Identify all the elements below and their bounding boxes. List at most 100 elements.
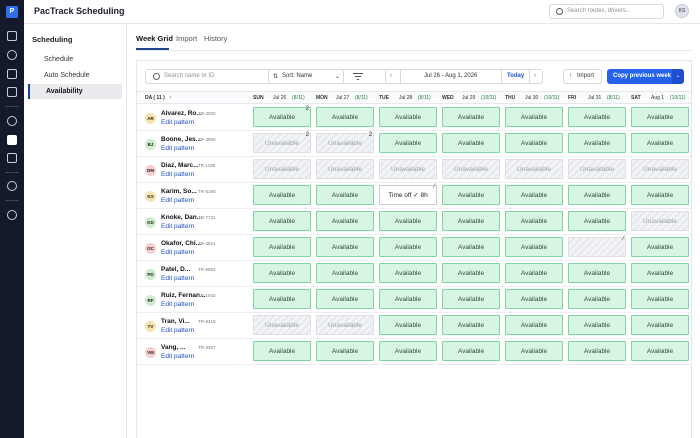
- availability-cell[interactable]: Available: [505, 341, 563, 361]
- app-logo[interactable]: P: [6, 6, 18, 18]
- edit-pattern-link[interactable]: Edit pattern: [161, 249, 194, 256]
- availability-cell[interactable]: Available: [442, 315, 500, 335]
- availability-cell[interactable]: Available: [631, 341, 689, 361]
- availability-cell[interactable]: Available: [631, 237, 689, 257]
- availability-cell[interactable]: Available: [568, 133, 626, 153]
- availability-cell[interactable]: Unavailable: [631, 211, 689, 231]
- driver-name[interactable]: Alvarez, Ro...: [161, 110, 202, 117]
- availability-cell[interactable]: Available: [568, 341, 626, 361]
- today-button[interactable]: Today: [507, 73, 524, 79]
- availability-cell[interactable]: Available: [442, 185, 500, 205]
- availability-cell[interactable]: Available: [505, 289, 563, 309]
- import-button[interactable]: ↑ Import: [563, 69, 602, 84]
- availability-cell[interactable]: Unavailable 2: [253, 132, 311, 153]
- availability-cell[interactable]: Available: [631, 133, 689, 153]
- availability-cell[interactable]: Available: [442, 237, 500, 257]
- availability-cell[interactable]: Available: [442, 263, 500, 283]
- edit-pattern-link[interactable]: Edit pattern: [161, 275, 194, 282]
- calendar-icon[interactable]: [7, 135, 17, 145]
- availability-cell[interactable]: Available: [568, 211, 626, 231]
- driver-name[interactable]: Vang, ...: [161, 344, 186, 351]
- truck-icon[interactable]: [7, 69, 17, 79]
- driver-name[interactable]: Okafor, Chi...: [161, 240, 201, 247]
- availability-cell[interactable]: Available: [631, 107, 689, 127]
- availability-cell[interactable]: Available: [253, 237, 311, 257]
- settings-icon[interactable]: [7, 210, 17, 220]
- copy-options-chevron-icon[interactable]: ⌄: [672, 69, 684, 84]
- tab-history[interactable]: History: [204, 34, 227, 43]
- route-icon[interactable]: [7, 31, 17, 41]
- availability-cell[interactable]: Unavailable: [253, 315, 311, 335]
- availability-cell[interactable]: Available: [568, 289, 626, 309]
- availability-cell[interactable]: Available: [505, 185, 563, 205]
- user-avatar[interactable]: KS: [675, 4, 689, 18]
- availability-cell[interactable]: Available: [316, 185, 374, 205]
- availability-cell[interactable]: Available: [631, 289, 689, 309]
- availability-cell[interactable]: Time off ✓ 8h ⁄: [379, 184, 437, 205]
- driver-name[interactable]: Knoke, Dan...: [161, 214, 202, 221]
- availability-cell[interactable]: Available: [379, 315, 437, 335]
- sort-ascending-icon[interactable]: ↑: [169, 95, 172, 101]
- availability-cell[interactable]: Unavailable: [253, 159, 311, 179]
- availability-cell[interactable]: Available: [568, 315, 626, 335]
- availability-cell[interactable]: Available: [505, 237, 563, 257]
- next-week-button[interactable]: ›: [534, 73, 536, 79]
- availability-cell[interactable]: Available: [379, 211, 437, 231]
- availability-cell[interactable]: Available: [316, 237, 374, 257]
- availability-cell[interactable]: Available 2: [253, 106, 311, 127]
- availability-cell[interactable]: Available: [631, 263, 689, 283]
- clipboard-icon[interactable]: [7, 153, 17, 163]
- availability-cell[interactable]: Available: [253, 263, 311, 283]
- availability-cell[interactable]: Available: [253, 211, 311, 231]
- availability-cell[interactable]: ⁄: [568, 236, 626, 257]
- availability-cell[interactable]: Unavailable: [316, 315, 374, 335]
- edit-pattern-link[interactable]: Edit pattern: [161, 327, 194, 334]
- availability-cell[interactable]: Available: [379, 289, 437, 309]
- tab-week-grid[interactable]: Week Grid: [136, 34, 173, 43]
- edit-pattern-link[interactable]: Edit pattern: [161, 171, 194, 178]
- availability-cell[interactable]: Available: [253, 185, 311, 205]
- tab-import[interactable]: Import: [176, 34, 197, 43]
- dollar-icon[interactable]: [7, 181, 17, 191]
- availability-cell[interactable]: Available: [442, 211, 500, 231]
- availability-cell[interactable]: Available: [379, 237, 437, 257]
- global-search-input[interactable]: Search routes, drivers...: [549, 4, 664, 19]
- prev-week-button[interactable]: ‹: [390, 73, 392, 79]
- availability-cell[interactable]: Available: [568, 185, 626, 205]
- availability-cell[interactable]: Available: [316, 341, 374, 361]
- availability-cell[interactable]: Available: [253, 289, 311, 309]
- copy-previous-week-button[interactable]: Copy previous week: [607, 69, 672, 84]
- availability-cell[interactable]: Available: [442, 133, 500, 153]
- availability-cell[interactable]: Available: [505, 315, 563, 335]
- availability-cell[interactable]: Unavailable: [379, 159, 437, 179]
- subnav-item-schedule[interactable]: Schedule: [28, 52, 122, 67]
- subnav-item-auto-schedule[interactable]: Auto Schedule: [28, 68, 122, 83]
- availability-cell[interactable]: Available: [379, 341, 437, 361]
- chat-icon[interactable]: [7, 50, 17, 60]
- availability-cell[interactable]: Unavailable: [316, 159, 374, 179]
- edit-pattern-link[interactable]: Edit pattern: [161, 301, 194, 308]
- edit-pattern-link[interactable]: Edit pattern: [161, 197, 194, 204]
- availability-cell[interactable]: Available: [316, 263, 374, 283]
- driver-name[interactable]: Patel, D...: [161, 266, 190, 273]
- availability-cell[interactable]: Available: [442, 289, 500, 309]
- edit-pattern-link[interactable]: Edit pattern: [161, 353, 194, 360]
- subnav-item-availability[interactable]: Availability: [28, 84, 122, 99]
- driver-name[interactable]: Karim, So...: [161, 188, 197, 195]
- availability-cell[interactable]: Available: [442, 107, 500, 127]
- availability-cell[interactable]: Unavailable: [505, 159, 563, 179]
- availability-cell[interactable]: Available: [505, 263, 563, 283]
- availability-cell[interactable]: Available: [379, 107, 437, 127]
- driver-name[interactable]: Tran, Vi...: [161, 318, 190, 325]
- availability-cell[interactable]: Available: [568, 263, 626, 283]
- driver-name[interactable]: Boone, Jes...: [161, 136, 201, 143]
- availability-cell[interactable]: Unavailable: [442, 159, 500, 179]
- edit-pattern-link[interactable]: Edit pattern: [161, 145, 194, 152]
- driver-column-header[interactable]: DA ( 11 ): [145, 95, 165, 101]
- driver-name[interactable]: Diaz, Marc...: [161, 162, 199, 169]
- availability-cell[interactable]: Available: [505, 211, 563, 231]
- availability-cell[interactable]: Available: [379, 133, 437, 153]
- availability-cell[interactable]: Available: [631, 315, 689, 335]
- availability-cell[interactable]: Unavailable 2: [316, 132, 374, 153]
- availability-cell[interactable]: Available: [442, 341, 500, 361]
